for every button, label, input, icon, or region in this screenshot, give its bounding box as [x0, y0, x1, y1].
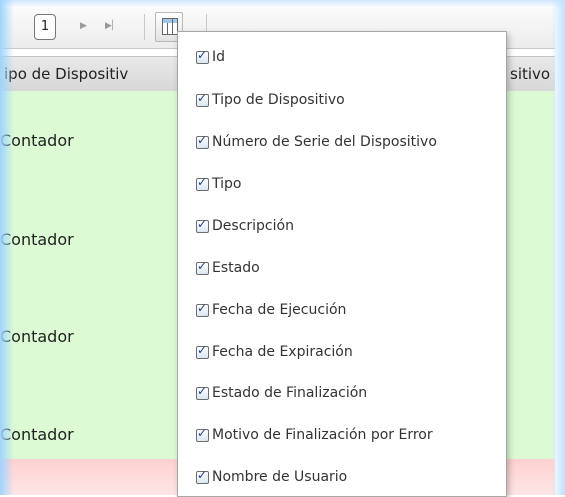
- column-option-estado-finalizacion[interactable]: Estado de Finalización: [196, 383, 367, 403]
- column-option-descripcion[interactable]: Descripción: [196, 216, 294, 236]
- column-option-label: Motivo de Finalización por Error: [212, 427, 433, 443]
- columns-icon: [162, 18, 178, 35]
- column-option-label: Número de Serie del Dispositivo: [212, 134, 437, 150]
- column-option-label: Id: [212, 49, 226, 65]
- column-option-label: Estado de Finalización: [212, 385, 368, 401]
- checkbox-checked-icon[interactable]: [196, 384, 209, 400]
- column-option-nombre-usuario[interactable]: Nombre de Usuario: [196, 467, 347, 487]
- column-option-label: Tipo de Dispositivo: [212, 92, 345, 108]
- checkbox-checked-icon[interactable]: [196, 468, 209, 484]
- column-header-dispositivo[interactable]: sitivo: [510, 65, 550, 83]
- column-option-label: Fecha de Expiración: [212, 344, 353, 360]
- checkbox-checked-icon[interactable]: [196, 91, 209, 107]
- column-option-label: Descripción: [212, 218, 294, 234]
- checkbox-checked-icon[interactable]: [196, 301, 209, 317]
- column-option-label: Tipo: [212, 176, 242, 192]
- column-chooser-popup: Id Tipo de Dispositivo Número de Serie d…: [177, 31, 507, 497]
- checkbox-checked-icon[interactable]: [196, 343, 209, 359]
- checkbox-checked-icon[interactable]: [196, 175, 209, 191]
- column-option-fecha-expiracion[interactable]: Fecha de Expiración: [196, 342, 353, 362]
- column-option-label: Nombre de Usuario: [212, 469, 348, 485]
- checkbox-checked-icon[interactable]: [196, 133, 209, 149]
- pager-divider: [144, 14, 145, 40]
- column-option-fecha-ejecucion[interactable]: Fecha de Ejecución: [196, 300, 346, 320]
- last-page-icon[interactable]: ▶│: [105, 21, 115, 31]
- column-option-tipo-dispositivo[interactable]: Tipo de Dispositivo: [196, 90, 345, 110]
- checkbox-checked-icon[interactable]: [196, 259, 209, 275]
- column-option-tipo[interactable]: Tipo: [196, 174, 241, 194]
- checkbox-checked-icon[interactable]: [196, 48, 209, 64]
- column-option-label: Fecha de Ejecución: [212, 302, 347, 318]
- column-option-motivo-finalizacion-error[interactable]: Motivo de Finalización por Error: [196, 425, 433, 445]
- column-header-tipo-dispositivo[interactable]: ipo de Dispositiv: [4, 65, 128, 83]
- column-option-estado[interactable]: Estado: [196, 258, 260, 278]
- window-left-glow: [0, 0, 14, 495]
- column-option-id[interactable]: Id: [196, 47, 225, 67]
- window-top-glow: [0, 0, 565, 8]
- window-right-glow: [551, 0, 565, 495]
- next-page-icon[interactable]: ▶: [80, 21, 87, 31]
- column-option-numero-serie[interactable]: Número de Serie del Dispositivo: [196, 132, 437, 152]
- column-option-label: Estado: [212, 260, 260, 276]
- checkbox-checked-icon[interactable]: [196, 426, 209, 442]
- current-page-button[interactable]: 1: [34, 14, 56, 40]
- checkbox-checked-icon[interactable]: [196, 217, 209, 233]
